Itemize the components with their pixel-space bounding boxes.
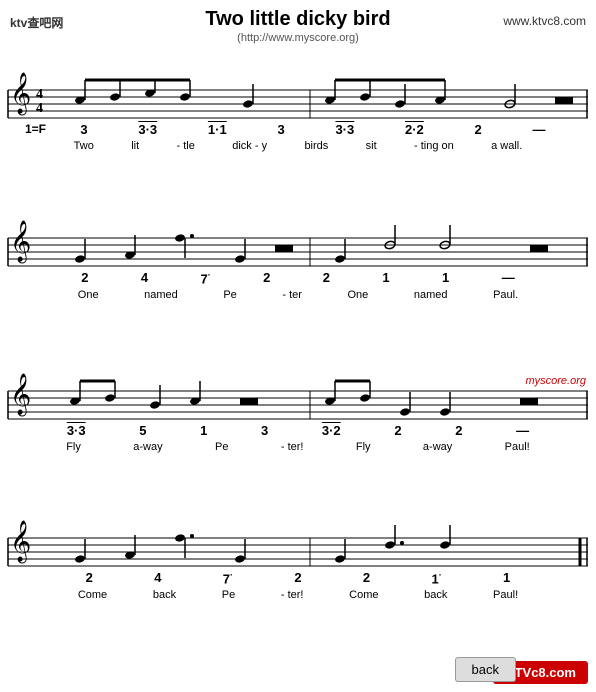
- lyric-1-6: sit: [366, 140, 377, 152]
- lyric-3-4: - ter!: [281, 441, 304, 453]
- numbers-row-2: 2 4 7· 2 2 1 1 —: [55, 270, 541, 286]
- num-4-2: 4: [154, 570, 161, 586]
- numbers-row-3: 3·3 5 1 3 3·2 2 2 —: [40, 423, 556, 438]
- num-4-4: 2: [294, 570, 301, 586]
- num-2-2: 4: [141, 270, 148, 286]
- lyric-2-4: - ter: [282, 289, 302, 301]
- lyric-2-2: named: [144, 289, 178, 301]
- num-4-1: 2: [86, 570, 93, 586]
- num-1-1: 3: [80, 122, 87, 137]
- num-1-6: 2·2: [405, 122, 424, 137]
- lyric-2-7: Paul.: [493, 289, 518, 301]
- lyric-1-1: Two: [74, 140, 94, 152]
- back-button-container: back: [455, 657, 516, 682]
- watermark: myscore.org: [525, 375, 586, 387]
- lyrics-row-1: Two lit - tle dick - y birds sit - ting …: [0, 140, 596, 152]
- num-4-6: 1·: [431, 570, 441, 586]
- num-2-1: 2: [81, 270, 88, 286]
- lyric-4-2: back: [153, 589, 176, 601]
- site-right: www.ktvc8.com: [503, 14, 586, 28]
- svg-text:4: 4: [36, 101, 43, 116]
- lyrics-row-3: Fly a-way Pe - ter! Fly a-way Paul!: [0, 441, 596, 453]
- num-1-2: 3·3: [138, 122, 157, 137]
- lyric-3-1: Fly: [66, 441, 81, 453]
- lyric-4-4: - ter!: [281, 589, 304, 601]
- num-3-6: 2: [394, 423, 401, 438]
- notation-row-1: 1=F 3 3·3 1·1 3 3·3 2·2 2 —: [0, 120, 596, 139]
- num-3-4: 3: [261, 423, 268, 438]
- lyric-1-4: dick - y: [232, 140, 267, 152]
- key-indicator-1: 1=F: [25, 122, 55, 136]
- num-1-3: 1·1: [208, 122, 227, 137]
- lyric-3-3: Pe: [215, 441, 228, 453]
- staff-1: 𝄞 4 4: [0, 70, 596, 120]
- lyrics-cells-4: Come back Pe - ter! Come back Paul!: [55, 589, 541, 601]
- numbers-row-4: 2 4 7· 2 2 1· 1: [55, 570, 541, 586]
- staff-4: 𝄞: [0, 518, 596, 568]
- lyric-3-5: Fly: [356, 441, 371, 453]
- lyric-1-3: - tle: [177, 140, 195, 152]
- lyrics-cells-1: Two lit - tle dick - y birds sit - ting …: [55, 140, 541, 152]
- num-4-7: 1: [503, 570, 510, 586]
- svg-text:4: 4: [36, 87, 43, 102]
- lyrics-cells-2: One named Pe - ter One named Paul.: [55, 289, 541, 301]
- staff-3: 𝄞: [0, 371, 596, 421]
- num-3-7: 2: [455, 423, 462, 438]
- notation-row-3: 3·3 5 1 3 3·2 2 2 —: [0, 421, 596, 440]
- num-2-7: 1: [442, 270, 449, 286]
- lyric-2-6: named: [414, 289, 448, 301]
- lyric-1-7: - ting on: [414, 140, 454, 152]
- lyric-3-7: Paul!: [505, 441, 530, 453]
- num-2-6: 1: [382, 270, 389, 286]
- subtitle: (http://www.myscore.org): [0, 32, 596, 44]
- num-3-3: 1: [200, 423, 207, 438]
- num-4-5: 2: [363, 570, 370, 586]
- num-3-1: 3·3: [67, 423, 86, 438]
- num-1-5: 3·3: [335, 122, 354, 137]
- section-3: myscore.org 𝄞: [0, 371, 596, 453]
- section-1: 𝄞 4 4: [0, 70, 596, 152]
- svg-text:𝄞: 𝄞: [10, 373, 31, 416]
- numbers-row-1: 3 3·3 1·1 3 3·3 2·2 2 —: [55, 122, 571, 137]
- site-left: ktv查吧网: [10, 14, 63, 31]
- section-2: 𝄞: [0, 218, 596, 301]
- lyric-1-5: birds: [304, 140, 328, 152]
- num-1-7: 2: [475, 122, 482, 137]
- lyric-2-1: One: [78, 289, 99, 301]
- page: ktv查吧网 www.ktvc8.com Two little dicky bi…: [0, 8, 596, 692]
- lyric-4-1: Come: [78, 589, 107, 601]
- notation-row-4: 2 4 7· 2 2 1· 1: [0, 568, 596, 588]
- num-2-4: 2: [263, 270, 270, 286]
- lyric-3-2: a-way: [133, 441, 162, 453]
- num-3-8: —: [516, 423, 529, 438]
- num-1-4: 3: [277, 122, 284, 137]
- lyric-1-2: lit: [131, 140, 139, 152]
- lyric-4-3: Pe: [222, 589, 235, 601]
- svg-text:𝄞: 𝄞: [10, 72, 31, 115]
- lyric-4-5: Come: [349, 589, 378, 601]
- lyric-3-6: a-way: [423, 441, 452, 453]
- section-4: 𝄞: [0, 518, 596, 601]
- lyric-4-6: back: [424, 589, 447, 601]
- lyric-1-8: a wall.: [491, 140, 522, 152]
- num-3-2: 5: [139, 423, 146, 438]
- svg-text:𝄞: 𝄞: [10, 220, 31, 263]
- lyrics-cells-3: Fly a-way Pe - ter! Fly a-way Paul!: [40, 441, 556, 453]
- lyrics-row-2: One named Pe - ter One named Paul.: [0, 289, 596, 301]
- staff-2: 𝄞: [0, 218, 596, 268]
- num-4-3: 7·: [223, 570, 233, 586]
- header: ktv查吧网 www.ktvc8.com: [0, 14, 596, 31]
- back-button[interactable]: back: [455, 657, 516, 682]
- lyric-2-5: One: [348, 289, 369, 301]
- lyric-2-3: Pe: [223, 289, 236, 301]
- num-1-8: —: [533, 122, 546, 137]
- notation-row-2: 2 4 7· 2 2 1 1 —: [0, 268, 596, 288]
- num-2-5: 2: [323, 270, 330, 286]
- lyrics-row-4: Come back Pe - ter! Come back Paul!: [0, 589, 596, 601]
- lyric-4-7: Paul!: [493, 589, 518, 601]
- num-3-5: 3·2: [322, 423, 341, 438]
- num-2-3: 7·: [200, 270, 210, 286]
- num-2-8: —: [502, 270, 515, 286]
- svg-text:𝄞: 𝄞: [10, 520, 31, 563]
